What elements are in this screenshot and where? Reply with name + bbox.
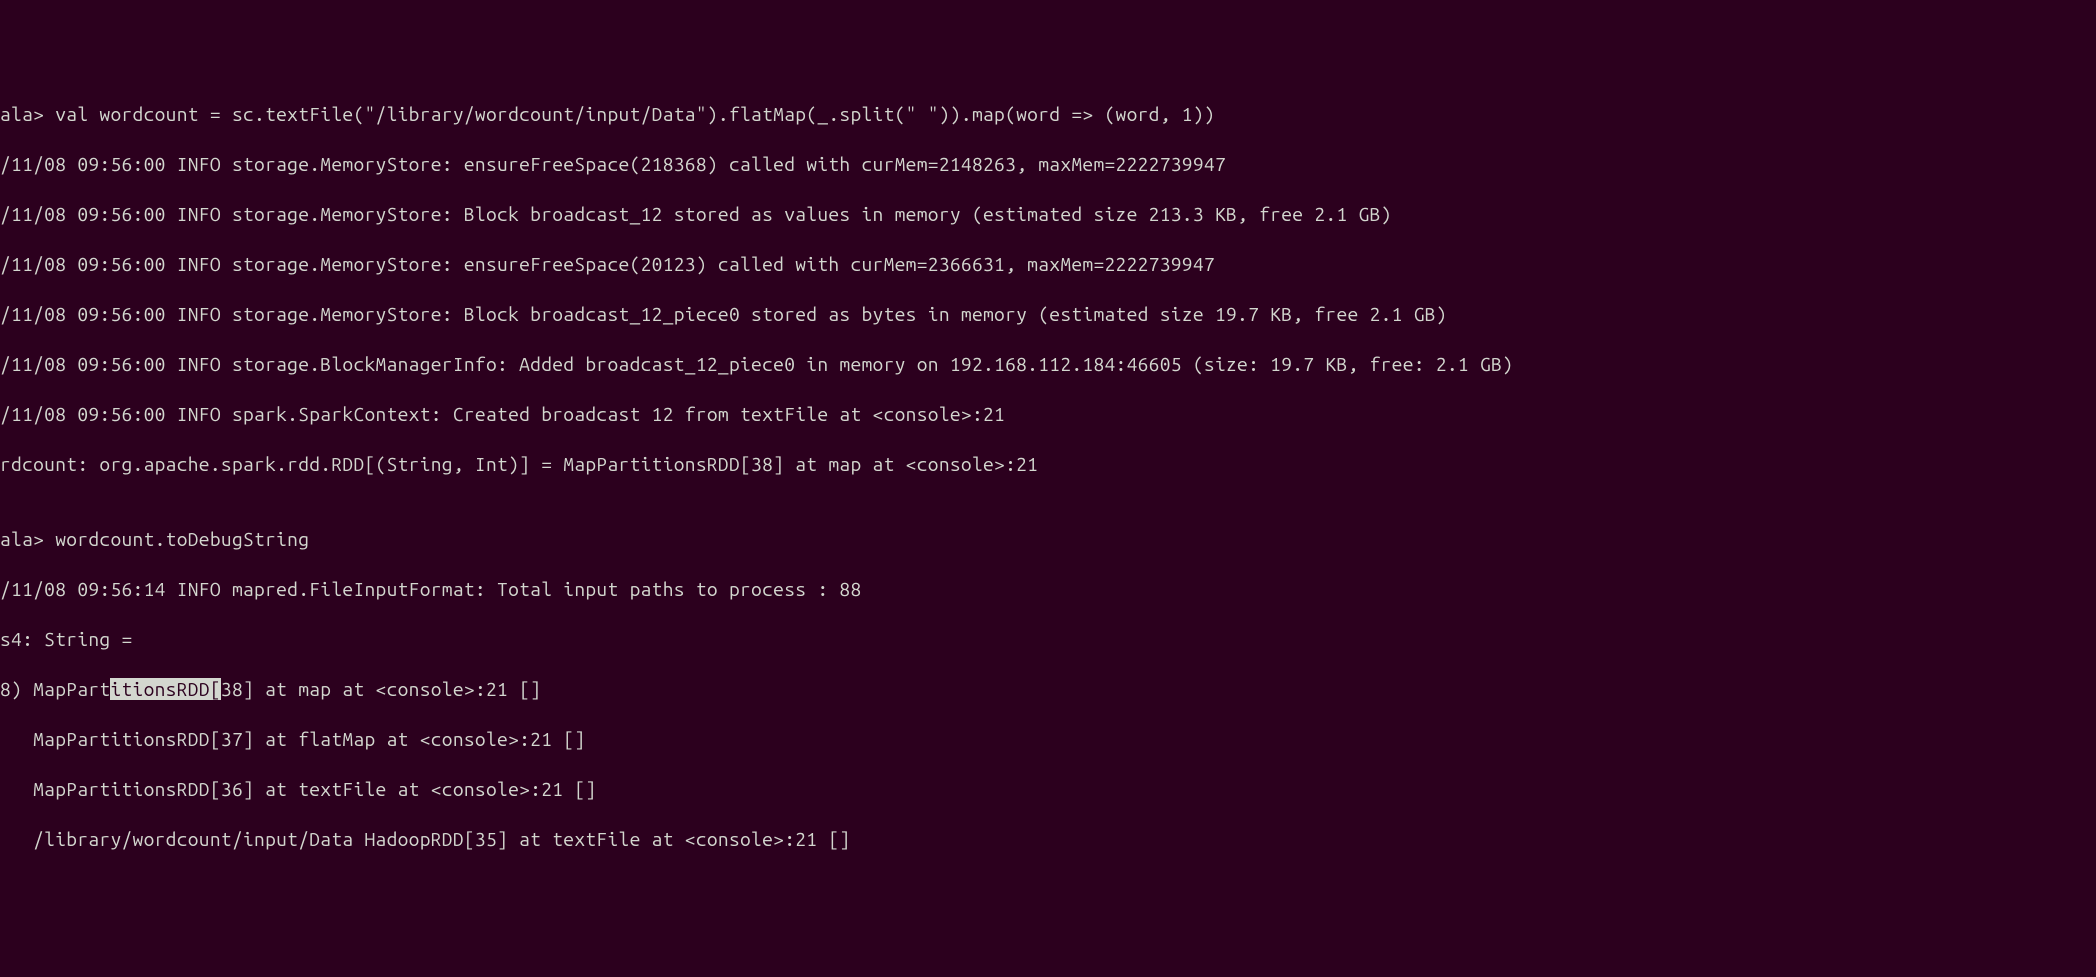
terminal-line-lineage-rdd37: MapPartitionsRDD[37] at flatMap at <cons… <box>0 727 2096 752</box>
terminal-line-command-debugstring: ala> wordcount.toDebugString <box>0 527 2096 552</box>
terminal-line-log-memorystore-block1: /11/08 09:56:00 INFO storage.MemoryStore… <box>0 202 2096 227</box>
terminal-line-log-fileinputformat: /11/08 09:56:14 INFO mapred.FileInputFor… <box>0 577 2096 602</box>
terminal-line-log-memorystore-ensure1: /11/08 09:56:00 INFO storage.MemoryStore… <box>0 152 2096 177</box>
terminal-line-result-rdcount: rdcount: org.apache.spark.rdd.RDD[(Strin… <box>0 452 2096 477</box>
terminal-line-log-blockmanager: /11/08 09:56:00 INFO storage.BlockManage… <box>0 352 2096 377</box>
terminal-line-lineage-rdd38: 8) MapPartitionsRDD[38] at map at <conso… <box>0 677 2096 702</box>
text-selection: itionsRDD[ <box>110 678 220 700</box>
terminal-line-log-memorystore-block2: /11/08 09:56:00 INFO storage.MemoryStore… <box>0 302 2096 327</box>
terminal-line-command-wordcount: ala> val wordcount = sc.textFile("/libra… <box>0 102 2096 127</box>
terminal-line-log-sparkcontext: /11/08 09:56:00 INFO spark.SparkContext:… <box>0 402 2096 427</box>
terminal-line-lineage-rdd36: MapPartitionsRDD[36] at textFile at <con… <box>0 777 2096 802</box>
terminal-line-log-memorystore-ensure2: /11/08 09:56:00 INFO storage.MemoryStore… <box>0 252 2096 277</box>
terminal-line-lineage-rdd35: /library/wordcount/input/Data HadoopRDD[… <box>0 827 2096 852</box>
terminal-line-result-s4: s4: String = <box>0 627 2096 652</box>
